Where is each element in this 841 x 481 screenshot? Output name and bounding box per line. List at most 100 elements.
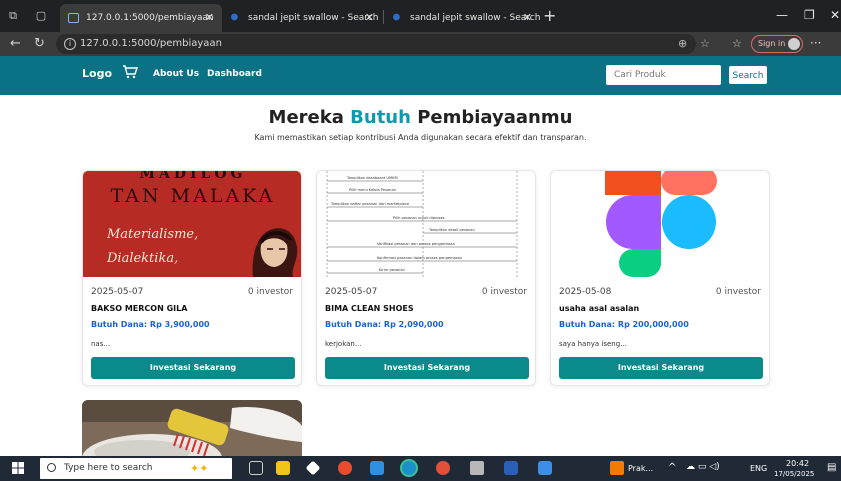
book-author-text: TAN MALAKA: [110, 185, 276, 207]
card-date: 2025-05-08: [559, 287, 612, 297]
figma-logo-icon: [605, 171, 717, 277]
address-bar-row: ← ↻ i 127.0.0.1:5000/pembiayaan ⊕ ☆ ☆ Si…: [0, 32, 841, 56]
close-tab-icon[interactable]: ✕: [523, 4, 532, 32]
tray-chevron-icon[interactable]: ^: [668, 462, 676, 473]
card-investor-count: 0 investor: [247, 287, 293, 297]
invest-now-button[interactable]: Investasi Sekarang: [91, 357, 295, 379]
project-card: Tampilkan dashboard UMKM Pilih menu Kelo…: [316, 170, 536, 386]
language-indicator[interactable]: ENG: [750, 464, 767, 473]
favorites-bar-icon[interactable]: ☆: [732, 36, 742, 52]
zoom-icon[interactable]: ⊕: [678, 34, 687, 54]
card-funding-needed: Butuh Dana: Rp 3,900,000: [91, 320, 210, 329]
windows-taskbar: Type here to search ✦✦ Prak... ^ ☁ ▭ ◁) …: [0, 456, 841, 481]
page-content: Logo About Us Dashboard Search Mereka Bu…: [0, 56, 841, 456]
edge-icon[interactable]: [402, 461, 416, 475]
chrome-canary-icon[interactable]: [436, 461, 450, 475]
portrait-illustration: [252, 228, 298, 277]
tab-title: sandal jepit swallow - Search Ima: [410, 13, 540, 23]
chrome-icon[interactable]: [338, 461, 352, 475]
card-investor-count: 0 investor: [481, 287, 527, 297]
page-favicon-icon: [68, 13, 79, 23]
diagram-label-1: Tampilkan dashboard UMKM: [346, 176, 398, 180]
page-subtitle: Kami memastikan setiap kontribusi Anda d…: [254, 133, 587, 142]
url-text: 127.0.0.1:5000/pembiayaan: [80, 38, 222, 49]
nav-about-us[interactable]: About Us: [153, 69, 199, 79]
card-description: kerjokan...: [325, 340, 362, 348]
taskbar-search-box[interactable]: Type here to search ✦✦: [40, 458, 232, 479]
card-description: nas...: [91, 340, 111, 348]
invest-now-button[interactable]: Investasi Sekarang: [325, 357, 529, 379]
word-icon[interactable]: [504, 461, 518, 475]
refresh-icon[interactable]: ↻: [34, 36, 45, 52]
product-search-input[interactable]: [606, 65, 721, 85]
new-tab-icon[interactable]: +: [543, 8, 556, 24]
nav-dashboard[interactable]: Dashboard: [207, 69, 262, 79]
card-date: 2025-05-07: [91, 287, 144, 297]
app-diamond-icon[interactable]: [305, 460, 321, 476]
project-card: MADILOG TAN MALAKA Materialisme, Dialekt…: [82, 170, 302, 386]
site-navbar: Logo About Us Dashboard Search: [0, 56, 841, 95]
favorite-star-icon[interactable]: ☆: [700, 34, 710, 54]
project-image-sequence-diagram: Tampilkan dashboard UMKM Pilih menu Kelo…: [317, 171, 535, 277]
site-logo[interactable]: Logo: [82, 67, 112, 80]
profile-avatar-icon: [788, 38, 800, 50]
close-window-icon[interactable]: ✕: [830, 8, 840, 22]
clock-time[interactable]: 20:42: [786, 459, 809, 468]
cart-icon[interactable]: [122, 65, 138, 79]
diagram-label-5: Tampilkan detail pesanan: [428, 228, 475, 232]
page-title: Mereka Butuh Pembiayaanmu: [0, 107, 841, 128]
book-top-text: MADILOG: [139, 171, 247, 182]
tray-system-icons[interactable]: ☁ ▭ ◁): [686, 462, 720, 472]
invest-now-button[interactable]: Investasi Sekarang: [559, 357, 763, 379]
search-button[interactable]: Search: [728, 65, 768, 85]
tab-pembiayaan[interactable]: 127.0.0.1:5000/pembiayaan ✕: [60, 4, 222, 32]
tab-actions-icon[interactable]: ▢: [34, 9, 48, 23]
back-icon[interactable]: ←: [10, 36, 21, 52]
title-accent: Butuh: [350, 107, 411, 128]
diagram-label-2: Pilih menu Kelola Pesanan: [349, 188, 396, 192]
card-title: usaha asal asalan: [559, 304, 640, 313]
notification-icon[interactable]: ▤: [827, 462, 836, 473]
database-icon[interactable]: [470, 461, 484, 475]
search-icon: [47, 463, 56, 472]
card-date: 2025-05-07: [325, 287, 378, 297]
card-title: BAKSO MERCON GILA: [91, 304, 188, 313]
diagram-label-3: Tampilkan daftar pesanan dari marketplac…: [330, 202, 410, 206]
sign-in-button[interactable]: Sign in: [751, 35, 803, 53]
vscode-icon[interactable]: [370, 461, 384, 475]
task-view-icon[interactable]: [249, 461, 263, 475]
photos-icon[interactable]: [538, 461, 552, 475]
close-tab-icon[interactable]: ✕: [205, 4, 214, 32]
tab-title: 127.0.0.1:5000/pembiayaan: [86, 13, 214, 23]
clock-date[interactable]: 17/05/2025: [774, 470, 814, 478]
bing-favicon-icon: [230, 13, 241, 23]
url-field[interactable]: i 127.0.0.1:5000/pembiayaan ⊕ ☆: [56, 34, 710, 54]
site-info-icon[interactable]: i: [64, 38, 76, 50]
sign-in-label: Sign in: [758, 39, 786, 48]
title-part-2: Pembiayaanmu: [417, 107, 573, 128]
card-funding-needed: Butuh Dana: Rp 2,090,000: [325, 320, 444, 329]
project-image-shoe-cleaning: [82, 400, 302, 456]
project-card: 2025-05-08 0 investor usaha asal asalan …: [550, 170, 770, 386]
file-explorer-icon[interactable]: [276, 461, 290, 475]
taskbar-app-label[interactable]: Prak...: [628, 464, 653, 473]
bing-favicon-icon: [392, 13, 403, 23]
book-line-2: Dialektika,: [107, 251, 179, 266]
restore-icon[interactable]: ❐: [804, 8, 815, 22]
card-investor-count: 0 investor: [715, 287, 761, 297]
tab-search[interactable]: sandal jepit swallow - Search ✕: [222, 4, 382, 32]
project-image-book-cover: MADILOG TAN MALAKA Materialisme, Dialekt…: [83, 171, 301, 277]
card-funding-needed: Butuh Dana: Rp 200,000,000: [559, 320, 689, 329]
minimize-icon[interactable]: —: [776, 8, 788, 22]
tab-title: sandal jepit swallow - Search: [248, 13, 379, 23]
diagram-label-6: Verifikasi pesanan dan proses pengemasan: [377, 242, 455, 246]
card-description: saya hanya iseng...: [559, 340, 627, 348]
close-tab-icon[interactable]: ✕: [365, 4, 374, 32]
powerpoint-icon[interactable]: [610, 461, 624, 475]
more-menu-icon[interactable]: ···: [810, 36, 821, 50]
taskbar-search-placeholder: Type here to search: [64, 463, 153, 473]
tab-image-search[interactable]: sandal jepit swallow - Search Ima ✕: [384, 4, 540, 32]
workspaces-icon[interactable]: ⧉: [6, 9, 20, 23]
windows-start-icon[interactable]: [12, 462, 24, 474]
browser-tab-bar: ⧉ ▢ 127.0.0.1:5000/pembiayaan ✕ sandal j…: [0, 0, 841, 32]
